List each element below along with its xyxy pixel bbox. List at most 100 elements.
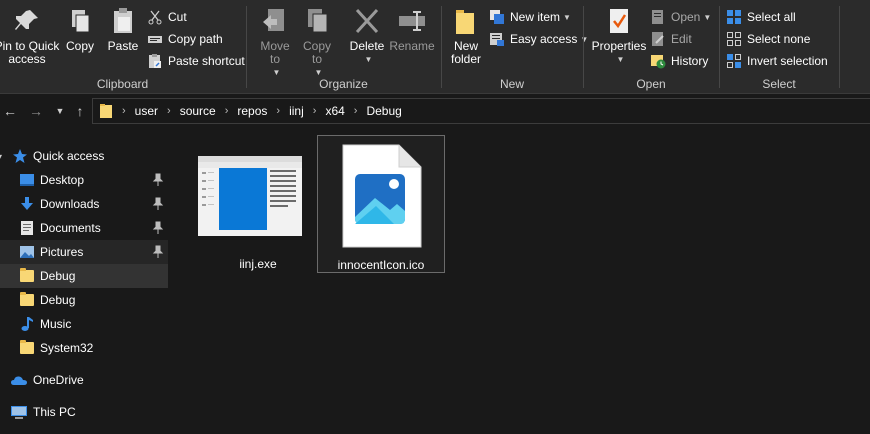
pin-to-quick-access-button[interactable]: Pin to Quick access [0, 6, 60, 66]
recent-locations-chevron-icon[interactable]: ▼ [50, 101, 70, 121]
cloud-icon [10, 372, 28, 388]
history-button[interactable]: History [650, 51, 708, 71]
expand-chevron-icon[interactable]: ▾ [0, 152, 8, 161]
breadcrumb-source[interactable]: source [180, 104, 216, 118]
invert-selection-button[interactable]: Invert selection [726, 51, 828, 71]
pin-icon[interactable] [152, 173, 164, 187]
nav-item-desktop[interactable]: Desktop [0, 168, 168, 192]
select-none-button[interactable]: Select none [726, 29, 810, 49]
edit-label: Edit [671, 32, 692, 46]
nav-item-label: Debug [40, 269, 76, 283]
paste-shortcut-button[interactable]: Paste shortcut [147, 51, 245, 71]
breadcrumb-repos[interactable]: repos [237, 104, 267, 118]
copy-button[interactable]: Copy [62, 6, 98, 53]
nav-onedrive-label: OneDrive [33, 373, 84, 387]
delete-button[interactable]: Delete ▼ [347, 6, 387, 66]
exe-window-icon [198, 156, 302, 236]
nav-item-documents[interactable]: Documents [0, 216, 168, 240]
nav-item-system32[interactable]: System32 [0, 336, 168, 360]
nav-item-label: Debug [40, 293, 76, 307]
new-item-icon [489, 9, 505, 25]
properties-button[interactable]: Properties ▼ [588, 6, 650, 66]
copy-to-button[interactable]: Copy to ▼ [299, 6, 335, 79]
nav-item-debug-selected[interactable]: Debug [0, 264, 168, 288]
cut-button[interactable]: Cut [147, 7, 187, 27]
forward-arrow-icon[interactable]: → [26, 101, 46, 121]
download-icon [19, 196, 35, 212]
properties-label: Properties [591, 39, 647, 53]
delete-x-icon [351, 6, 383, 36]
select-all-button[interactable]: Select all [726, 7, 796, 27]
folder-icon [19, 268, 35, 284]
file-list[interactable]: iinj.exe innocentIcon.ico [170, 128, 870, 434]
file-item-iinj-exe[interactable]: iinj.exe [194, 135, 322, 273]
back-arrow-icon[interactable]: ← [0, 101, 20, 121]
organize-group: Move to ▼ Copy to ▼ Delete ▼ Rename Orga… [247, 0, 440, 94]
nav-item-label: System32 [40, 341, 94, 355]
new-folder-label: New folder [450, 39, 482, 66]
nav-onedrive[interactable]: OneDrive [0, 368, 168, 392]
open-button[interactable]: Open ▼ [650, 7, 711, 27]
breadcrumb-user[interactable]: user [135, 104, 158, 118]
nav-item-music[interactable]: Music [0, 312, 168, 336]
breadcrumb-separator-icon: › [312, 105, 317, 117]
open-group-label: Open [636, 77, 666, 91]
new-folder-button[interactable]: New folder [446, 6, 486, 66]
copy-to-label: Copy to [302, 39, 331, 66]
move-to-button[interactable]: Move to ▼ [257, 6, 293, 79]
computer-icon [10, 404, 28, 420]
history-label: History [671, 54, 709, 68]
select-none-label: Select none [747, 32, 811, 46]
nav-item-downloads[interactable]: Downloads [0, 192, 168, 216]
invert-selection-icon [726, 53, 742, 69]
history-icon [650, 53, 666, 69]
pin-icon[interactable] [152, 245, 164, 259]
new-folder-icon [450, 6, 482, 36]
select-group-label: Select [762, 77, 796, 91]
pin-icon[interactable] [152, 197, 164, 211]
select-all-icon [726, 9, 742, 25]
pin-icon[interactable] [152, 221, 164, 235]
easy-access-label: Easy access [510, 32, 578, 46]
nav-this-pc[interactable]: This PC [0, 400, 168, 424]
file-item-innocenticon-ico[interactable]: innocentIcon.ico [317, 135, 445, 273]
rename-button[interactable]: Rename [389, 6, 435, 53]
select-group: Select all Select none Invert selection … [720, 0, 838, 94]
rename-label: Rename [389, 39, 435, 53]
new-group-label: New [499, 77, 524, 91]
nav-quick-access[interactable]: ▾ Quick access [0, 144, 168, 168]
new-item-button[interactable]: New item ▼ [489, 7, 571, 27]
copy-path-icon [147, 31, 163, 47]
image-file-icon [342, 144, 422, 248]
nav-item-label: Desktop [40, 173, 85, 187]
address-bar[interactable]: › user › source › repos › iinj › x64 › D… [92, 98, 870, 124]
star-icon [12, 148, 28, 164]
pin-icon [11, 6, 43, 36]
paste-button[interactable]: Paste [104, 6, 142, 53]
organize-group-label: Organize [319, 77, 368, 91]
delete-label: Delete [349, 39, 385, 53]
select-all-label: Select all [747, 10, 796, 24]
edit-button[interactable]: Edit [650, 29, 692, 49]
clipboard-group-label: Clipboard [96, 77, 149, 91]
breadcrumb-iinj[interactable]: iinj [289, 104, 304, 118]
folder-icon [19, 340, 35, 356]
breadcrumb-debug[interactable]: Debug [366, 104, 401, 118]
breadcrumb-separator-icon: › [122, 105, 126, 117]
move-to-label: Move to [260, 39, 290, 66]
nav-item-debug[interactable]: Debug [0, 288, 168, 312]
address-folder-icon [99, 103, 113, 119]
nav-item-label: Documents [40, 221, 101, 235]
copy-label: Copy [65, 39, 94, 53]
file-name: iinj.exe [239, 257, 277, 271]
open-label: Open [671, 10, 701, 24]
ribbon-separator [839, 6, 840, 88]
navigation-pane: ▾ Quick access Desktop Downloads Documen… [0, 138, 168, 434]
easy-access-button[interactable]: Easy access ▼ [489, 29, 588, 49]
copy-path-button[interactable]: Copy path [147, 29, 223, 49]
nav-item-label: Downloads [40, 197, 100, 211]
up-arrow-icon[interactable]: ↑ [70, 101, 90, 121]
nav-item-pictures[interactable]: Pictures [0, 240, 168, 264]
nav-quick-access-label: Quick access [33, 149, 105, 163]
breadcrumb-x64[interactable]: x64 [325, 104, 344, 118]
